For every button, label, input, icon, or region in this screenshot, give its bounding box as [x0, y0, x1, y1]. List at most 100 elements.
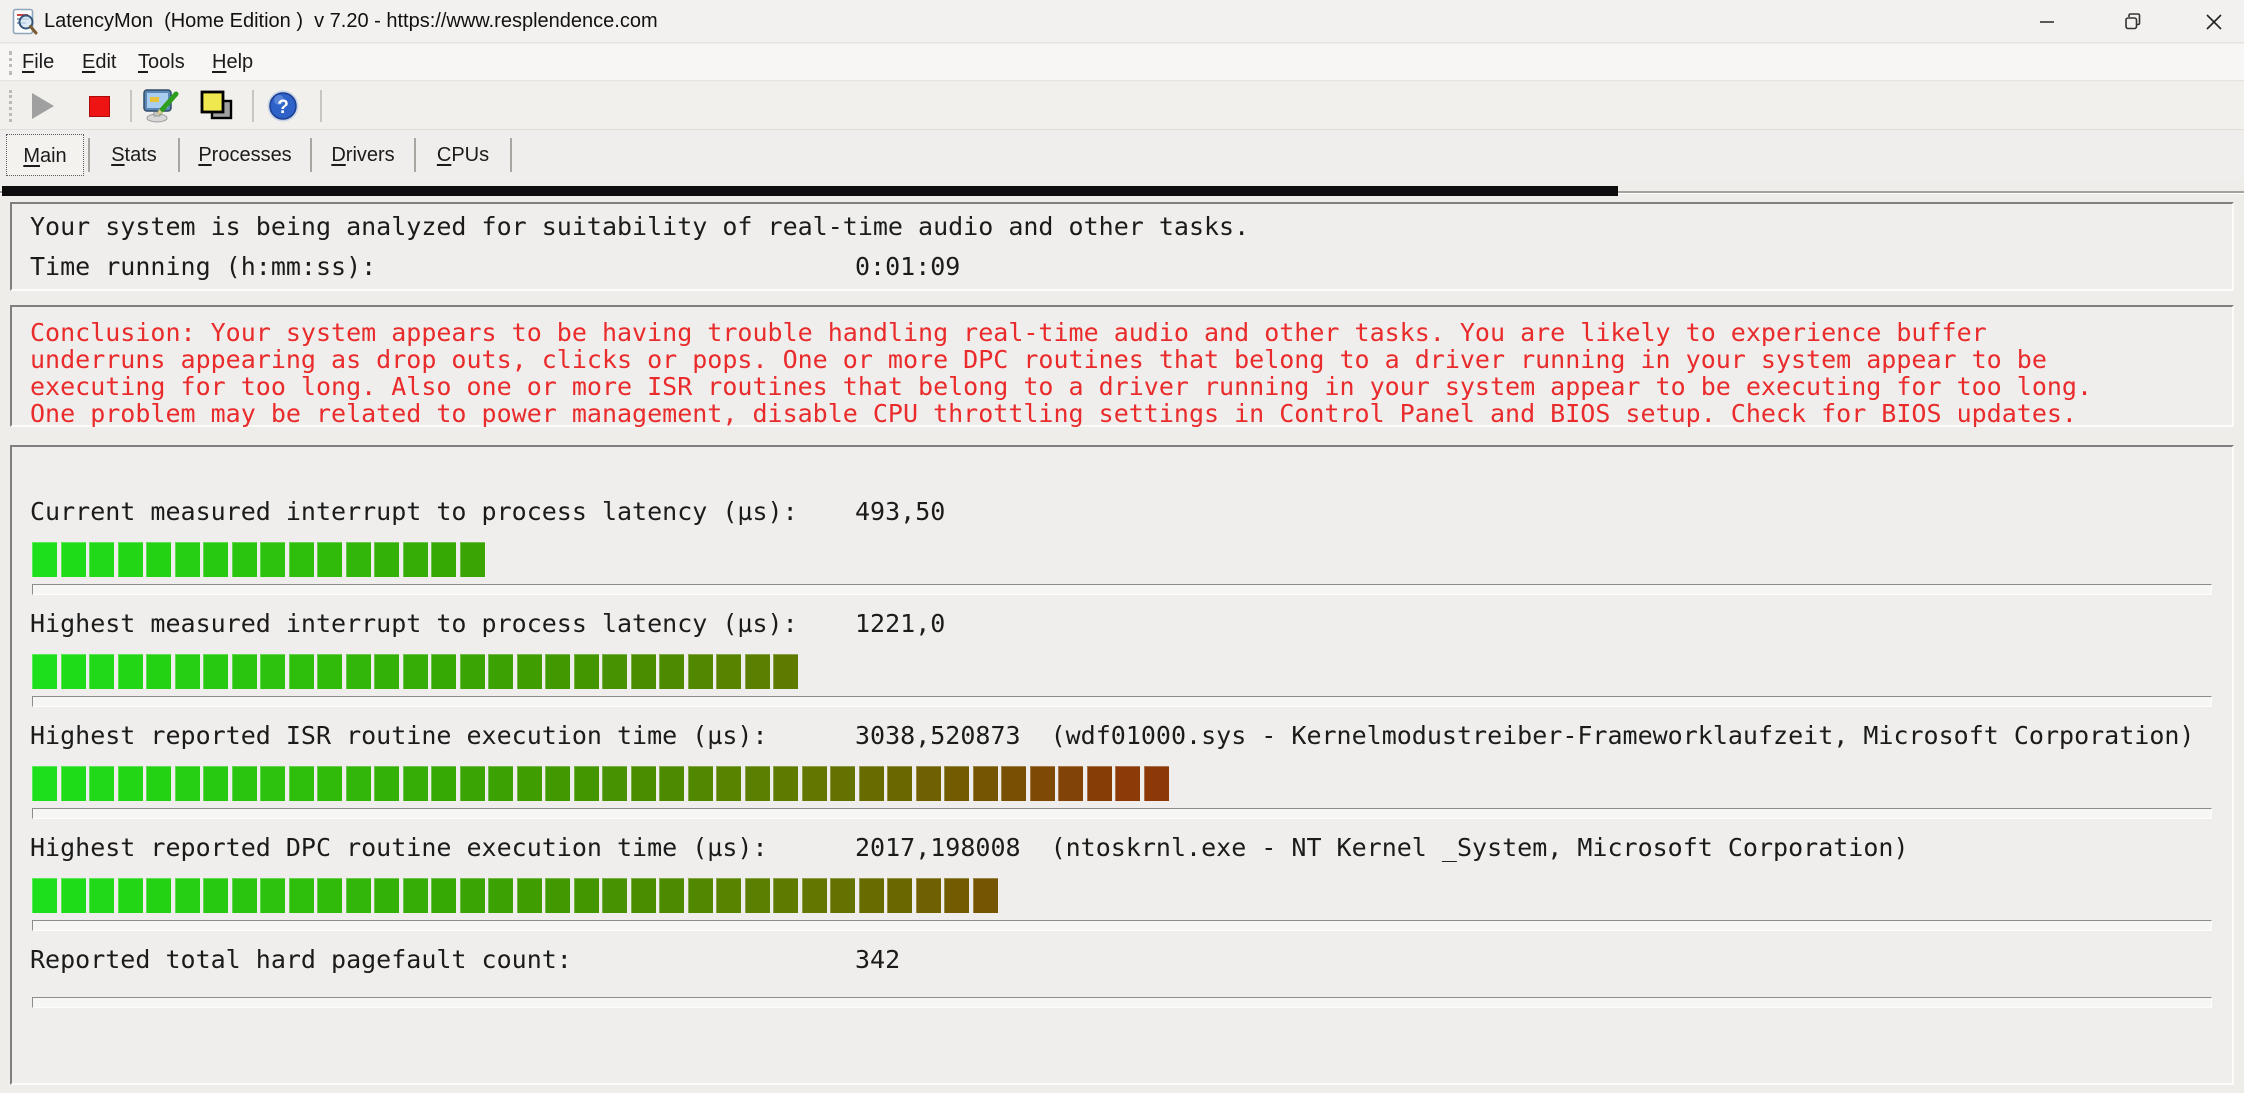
bar-segment [688, 878, 713, 913]
toolbar [0, 82, 2244, 130]
bar-segment [289, 878, 314, 913]
bar-segment [203, 542, 228, 577]
bar-segment [346, 542, 371, 577]
bar-segment [916, 878, 941, 913]
bar-segment [61, 654, 86, 689]
menu-help[interactable]: Help [206, 44, 259, 81]
minimize-icon [2036, 11, 2058, 33]
measurements-groupbox: Current measured interrupt to process la… [10, 445, 2234, 1085]
bar-segment [232, 542, 257, 577]
bar-segment [517, 654, 542, 689]
bar-segment [887, 878, 912, 913]
bar-segment [659, 654, 684, 689]
bar-segment [716, 878, 741, 913]
bar-segment [403, 654, 428, 689]
bar-segment [175, 878, 200, 913]
maximize-button[interactable] [2098, 0, 2168, 43]
bar-segment [403, 878, 428, 913]
latencymon-window: { "window": { "title": "LatencyMon (Home… [0, 0, 2244, 1093]
bar-segment [745, 654, 770, 689]
measurement-value: 342 [855, 945, 900, 975]
bar-segment [631, 766, 656, 801]
minimize-button[interactable] [2012, 0, 2082, 43]
play-icon [32, 93, 54, 119]
bar-segment [1030, 766, 1055, 801]
stop-icon [89, 96, 110, 117]
stop-monitor-button[interactable] [78, 86, 120, 126]
driver-detail: (ntoskrnl.exe - NT Kernel _System, Micro… [1051, 833, 1909, 862]
tab-main[interactable]: Main [6, 134, 84, 176]
bar-segment [887, 766, 912, 801]
bar-segment [118, 766, 143, 801]
bar-segment [32, 878, 57, 913]
bar-segment [431, 878, 456, 913]
latency-bar [32, 541, 2212, 578]
tab-drivers[interactable]: Drivers [314, 134, 412, 176]
bar-segment [973, 766, 998, 801]
title-bar[interactable]: LatencyMon (Home Edition ) v 7.20 - http… [0, 0, 2244, 43]
bar-segment [1001, 766, 1026, 801]
bar-segment [802, 766, 827, 801]
empty-meter [32, 696, 2212, 707]
menu-edit[interactable]: Edit [76, 44, 122, 81]
menu-bar [0, 44, 2244, 81]
bar-segment [32, 654, 57, 689]
toolbar-separator [320, 90, 322, 122]
bar-segment [118, 654, 143, 689]
app-icon [12, 8, 38, 36]
bar-segment [745, 878, 770, 913]
bar-segment [260, 766, 285, 801]
bar-segment [859, 878, 884, 913]
processes-layers-icon [199, 89, 235, 123]
empty-meter [32, 997, 2212, 1008]
bar-segment [830, 878, 855, 913]
bar-segment [574, 878, 599, 913]
latency-bar [32, 877, 2212, 914]
bar-segment [260, 542, 285, 577]
time-running-label: Time running (h:mm:ss): [30, 252, 376, 282]
measurement-label: Highest reported DPC routine execution t… [30, 833, 768, 863]
start-monitor-button[interactable] [22, 86, 64, 126]
bar-segment [431, 766, 456, 801]
analysis-status-text: Your system is being analyzed for suitab… [30, 212, 1249, 242]
tab-cpus[interactable]: CPUs [418, 134, 508, 176]
processes-button[interactable] [196, 86, 238, 126]
menu-file[interactable]: File [16, 44, 60, 81]
close-button[interactable] [2184, 0, 2244, 43]
tab-processes[interactable]: Processes [182, 134, 308, 176]
bar-segment [773, 878, 798, 913]
measurement-value: 3038,520873(wdf01000.sys - Kernelmodustr… [855, 721, 2194, 751]
tab-separator [414, 138, 416, 172]
bar-segment [745, 766, 770, 801]
bar-segment [431, 542, 456, 577]
bar-segment [175, 766, 200, 801]
bar-segment [61, 766, 86, 801]
bar-segment [175, 654, 200, 689]
bar-segment [488, 878, 513, 913]
toolbar-separator [252, 90, 254, 122]
bar-segment [374, 766, 399, 801]
bar-segment [289, 654, 314, 689]
menu-gripper[interactable] [9, 51, 12, 75]
bar-segment [260, 654, 285, 689]
bar-segment [317, 766, 342, 801]
bar-segment [574, 654, 599, 689]
toolbar-gripper[interactable] [9, 90, 12, 122]
conclusion-groupbox: Conclusion: Your system appears to be ha… [10, 305, 2234, 427]
window-title: LatencyMon (Home Edition ) v 7.20 - http… [44, 0, 658, 43]
restore-icon [2121, 10, 2145, 34]
bar-segment [89, 542, 114, 577]
bar-segment [716, 654, 741, 689]
bar-segment [773, 654, 798, 689]
bar-segment [118, 542, 143, 577]
bar-segment [1115, 766, 1140, 801]
help-button[interactable]: ? [262, 86, 304, 126]
tab-stats[interactable]: Stats [92, 134, 176, 176]
bar-segment [916, 766, 941, 801]
bar-segment [944, 766, 969, 801]
latency-bar [32, 653, 2212, 690]
time-running-value: 0:01:09 [855, 252, 960, 282]
analyze-button[interactable] [140, 86, 182, 126]
menu-tools[interactable]: Tools [132, 44, 191, 81]
help-icon: ? [266, 89, 300, 123]
